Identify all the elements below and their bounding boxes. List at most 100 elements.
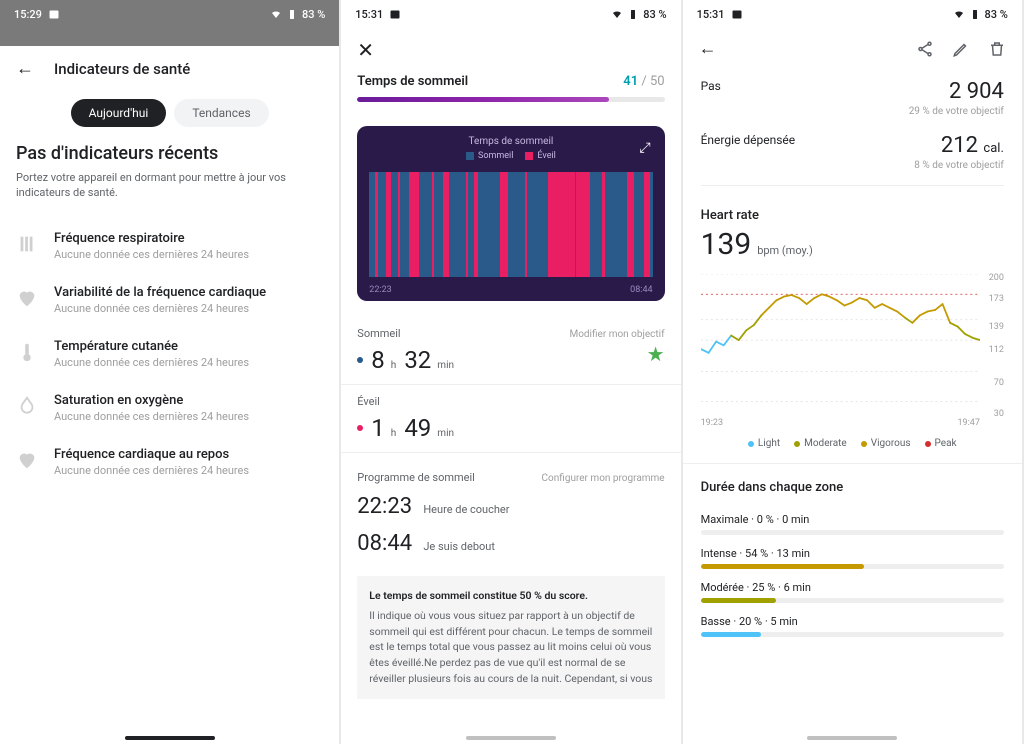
wake-section-label: Éveil xyxy=(357,395,380,408)
energy-value: 212 cal. xyxy=(914,133,1004,158)
calendar-icon xyxy=(48,8,60,20)
close-bar: ✕ xyxy=(341,28,680,72)
metric-hrv[interactable]: Variabilité de la fréquence cardiaque Au… xyxy=(0,273,339,327)
edit-icon[interactable] xyxy=(952,40,970,58)
score-value: 41 / 50 xyxy=(623,74,664,89)
metric-sub: Aucune donnée ces dernières 24 heures xyxy=(54,302,266,315)
dot-wake-icon xyxy=(357,425,363,431)
metric-spo2[interactable]: Saturation en oxygène Aucune donnée ces … xyxy=(0,381,339,435)
lungs-icon xyxy=(16,233,38,255)
score-progress-fill xyxy=(357,97,609,102)
info-body: Il indique où vous vous situez par rappo… xyxy=(369,609,652,685)
metric-skin-temp[interactable]: Température cutanée Aucune donnée ces de… xyxy=(0,327,339,381)
metric-title: Saturation en oxygène xyxy=(54,393,249,408)
bedtime-row: 22:23 Heure de coucher xyxy=(341,486,680,523)
chart-time-axis: 22:23 08:44 xyxy=(369,285,652,295)
home-indicator[interactable] xyxy=(125,736,215,740)
header-spacer xyxy=(0,28,339,46)
metric-title: Température cutanée xyxy=(54,339,249,354)
wake-duration: 1h 49min xyxy=(341,410,680,453)
status-time: 15:31 xyxy=(355,8,383,21)
hr-legend: Light Moderate Vigorous Peak xyxy=(683,428,1022,463)
hr-value-row: 139 bpm (moy.) xyxy=(683,227,1022,270)
no-indicators-heading: Pas d'indicateurs récents xyxy=(0,143,339,170)
configure-program-link[interactable]: Configurer mon programme xyxy=(542,473,665,484)
delete-icon[interactable] xyxy=(988,40,1006,58)
hr-title: Heart rate xyxy=(683,186,1022,227)
metric-title: Fréquence respiratoire xyxy=(54,231,249,246)
status-time: 15:29 xyxy=(14,8,42,21)
score-row: Temps de sommeil 41 / 50 xyxy=(341,72,680,93)
home-indicator[interactable] xyxy=(466,736,556,740)
status-bar: 15:31 83 % xyxy=(683,0,1022,28)
thermometer-icon xyxy=(16,341,38,363)
heart-icon xyxy=(16,287,38,309)
zone-title: Durée dans chaque zone xyxy=(683,463,1022,509)
metric-title: Fréquence cardiaque au repos xyxy=(54,447,249,462)
legend-swatch-sleep xyxy=(466,152,474,160)
zone-intense: Intense · 54 % · 13 min xyxy=(683,543,1022,577)
hr-unit: bpm (moy.) xyxy=(757,244,813,257)
sleep-chart-card[interactable]: Temps de sommeil Sommeil Éveil ⤢ 22:23 0… xyxy=(357,126,664,301)
modify-goal-link[interactable]: Modifier mon objectif xyxy=(569,329,664,340)
metric-sub: Aucune donnée ces dernières 24 heures xyxy=(54,248,249,261)
info-title: Le temps de sommeil constitue 50 % du sc… xyxy=(369,588,652,604)
no-indicators-sub: Portez votre appareil en dormant pour me… xyxy=(0,170,339,219)
battery-icon xyxy=(627,8,639,20)
info-card: Le temps de sommeil constitue 50 % du sc… xyxy=(357,576,664,699)
legend-dot-light xyxy=(748,441,754,447)
sleep-section-label: Sommeil xyxy=(357,327,400,340)
back-arrow-icon[interactable]: ← xyxy=(699,38,717,59)
segment-control: Aujourd'hui Tendances xyxy=(0,91,339,143)
tab-today[interactable]: Aujourd'hui xyxy=(71,99,167,127)
pane-activity-detail: 15:31 83 % ← Pas 2 904 29 % de votre obj… xyxy=(683,0,1024,744)
status-time: 15:31 xyxy=(697,8,725,21)
metric-sub: Aucune donnée ces dernières 24 heures xyxy=(54,410,249,423)
share-icon[interactable] xyxy=(916,40,934,58)
metric-title: Variabilité de la fréquence cardiaque xyxy=(54,285,266,300)
hr-chart-svg xyxy=(701,274,980,402)
status-battery: 83 % xyxy=(302,8,325,21)
heart-solid-icon xyxy=(16,449,38,471)
energy-block: Énergie dépensée 212 cal. 8 % de votre o… xyxy=(683,123,1022,177)
steps-label: Pas xyxy=(701,79,721,93)
status-bar: 15:31 83 % xyxy=(341,0,680,28)
zone-moderate: Modérée · 25 % · 6 min xyxy=(683,577,1022,611)
battery-icon xyxy=(969,8,981,20)
status-bar: 15:29 83 % xyxy=(0,0,339,28)
metric-sub: Aucune donnée ces dernières 24 heures xyxy=(54,356,249,369)
page-title: Indicateurs de santé xyxy=(54,60,190,78)
steps-value: 2 904 xyxy=(909,79,1004,104)
metric-respiratory[interactable]: Fréquence respiratoire Aucune donnée ces… xyxy=(0,219,339,273)
steps-goal: 29 % de votre objectif xyxy=(909,106,1004,117)
star-icon: ★ xyxy=(647,342,665,366)
expand-icon[interactable]: ⤢ xyxy=(639,140,650,156)
energy-goal: 8 % de votre objectif xyxy=(914,160,1004,171)
wakeup-row: 08:44 Je suis debout xyxy=(341,523,680,560)
sleep-chart-area xyxy=(369,172,652,277)
metric-resting-hr[interactable]: Fréquence cardiaque au repos Aucune donn… xyxy=(0,435,339,489)
wifi-icon xyxy=(953,8,965,20)
legend-swatch-wake xyxy=(525,152,533,160)
chart-title: Temps de sommeil xyxy=(369,136,652,147)
legend-dot-vigorous xyxy=(861,441,867,447)
calendar-icon xyxy=(731,8,743,20)
score-progress xyxy=(357,97,664,102)
home-indicator[interactable] xyxy=(807,736,897,740)
hr-chart: 200 173 139 112 70 30 xyxy=(701,274,1004,414)
back-arrow-icon[interactable]: ← xyxy=(16,58,34,79)
program-label: Programme de sommeil xyxy=(357,471,475,484)
zone-low: Basse · 20 % · 5 min xyxy=(683,611,1022,645)
score-label: Temps de sommeil xyxy=(357,74,468,89)
sleep-duration: 8h 32min ★ xyxy=(341,342,680,385)
hr-value: 139 xyxy=(701,227,752,262)
chart-legend: Sommeil Éveil xyxy=(369,151,652,161)
zone-max: Maximale · 0 % · 0 min xyxy=(683,509,1022,543)
pane-health-indicators: 15:29 83 % ← Indicateurs de santé Aujour… xyxy=(0,0,341,744)
battery-icon xyxy=(286,8,298,20)
status-battery: 83 % xyxy=(643,8,666,21)
tab-trends[interactable]: Tendances xyxy=(174,99,268,127)
close-icon[interactable]: ✕ xyxy=(357,38,374,62)
steps-block: Pas 2 904 29 % de votre objectif xyxy=(683,69,1022,123)
calendar-icon xyxy=(389,8,401,20)
